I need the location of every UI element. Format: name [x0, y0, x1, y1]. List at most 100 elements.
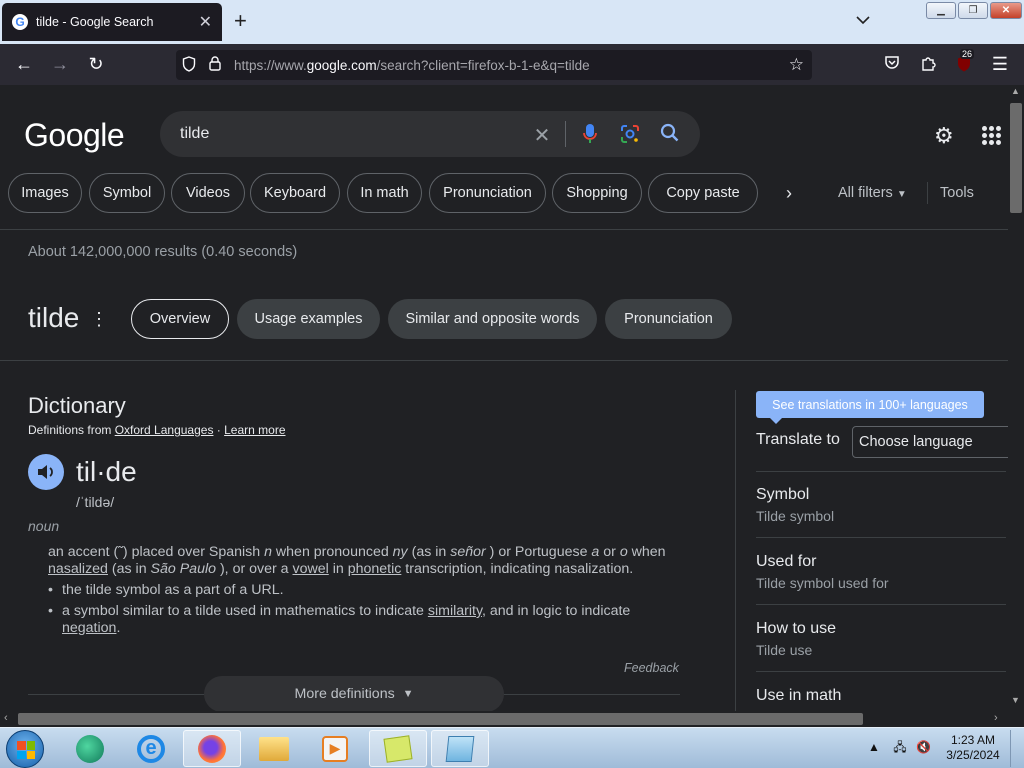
- hamburger-menu-icon[interactable]: ☰: [988, 54, 1012, 74]
- chip-shopping[interactable]: Shopping: [552, 173, 642, 213]
- taskbar-notepad[interactable]: [431, 730, 489, 767]
- horizontal-scrollbar[interactable]: ‹ ›: [0, 711, 1008, 727]
- more-options-icon[interactable]: ⋮: [90, 309, 108, 330]
- similarity-link[interactable]: similarity: [428, 603, 482, 619]
- chip-copy-paste[interactable]: Copy paste: [648, 173, 758, 213]
- vertical-scroll-thumb[interactable]: [1010, 103, 1022, 213]
- network-icon[interactable]: 🖧: [893, 740, 906, 754]
- clear-icon[interactable]: ✕: [530, 123, 554, 148]
- chip-symbol[interactable]: Symbol: [89, 173, 165, 213]
- scroll-down-icon[interactable]: ▼: [1011, 695, 1020, 705]
- oxford-languages-link[interactable]: Oxford Languages: [115, 423, 214, 437]
- search-icon[interactable]: [658, 123, 682, 148]
- side-item-how-to-use-sub[interactable]: Tilde use: [756, 642, 812, 658]
- scroll-up-icon[interactable]: ▲: [1011, 86, 1020, 96]
- phonetic-spelling: /ˈtildə/: [76, 494, 115, 510]
- internet-explorer-icon: e: [137, 734, 165, 763]
- side-item-symbol-title[interactable]: Symbol: [756, 486, 809, 504]
- list-tabs-chevron-icon[interactable]: [856, 12, 870, 30]
- reload-icon[interactable]: ↻: [84, 54, 108, 74]
- result-stats: About 142,000,000 results (0.40 seconds): [28, 244, 298, 260]
- start-button[interactable]: [6, 730, 44, 768]
- extensions-puzzle-icon[interactable]: [916, 55, 940, 75]
- bookmark-star-icon[interactable]: ☆: [789, 55, 804, 75]
- tab-bar: G tilde - Google Search ✕ + ▁ ❐ ✕: [0, 0, 1024, 44]
- feedback-link[interactable]: Feedback: [624, 661, 679, 675]
- phonetic-link[interactable]: phonetic: [348, 561, 402, 577]
- forward-arrow-icon[interactable]: →: [48, 54, 72, 74]
- side-item-symbol-sub[interactable]: Tilde symbol: [756, 508, 834, 524]
- all-filters-button[interactable]: All filters ▼: [838, 185, 907, 201]
- more-definitions-button[interactable]: More definitions ▼: [204, 676, 504, 711]
- chip-videos[interactable]: Videos: [171, 173, 245, 213]
- close-window-button[interactable]: ✕: [990, 2, 1022, 19]
- pill-usage-examples[interactable]: Usage examples: [237, 299, 380, 339]
- pill-overview[interactable]: Overview: [131, 299, 229, 339]
- language-select[interactable]: Choose language: [852, 426, 1008, 458]
- search-input[interactable]: tilde: [180, 125, 209, 143]
- taskbar-sticky-notes[interactable]: [369, 730, 427, 767]
- page-content: Google tilde ✕ ⚙ Images Symbol Videos Ke…: [0, 85, 1008, 711]
- browser-tab[interactable]: G tilde - Google Search ✕: [2, 3, 222, 41]
- side-item-use-in-math-title[interactable]: Use in math: [756, 687, 841, 705]
- tab-close-icon[interactable]: ✕: [199, 12, 212, 32]
- side-item-how-to-use-title[interactable]: How to use: [756, 620, 836, 638]
- url-text[interactable]: https://www.google.com/search?client=fir…: [234, 58, 590, 73]
- taskbar-firefox[interactable]: [183, 730, 241, 767]
- notepad-icon: [445, 735, 475, 762]
- chips-next-chevron-icon[interactable]: ›: [786, 183, 792, 204]
- google-apps-icon[interactable]: [982, 126, 1001, 145]
- side-divider-1: [756, 471, 1006, 472]
- back-arrow-icon[interactable]: ←: [12, 54, 36, 74]
- taskbar-internet-explorer[interactable]: e: [122, 730, 180, 767]
- microphone-icon[interactable]: [578, 123, 602, 150]
- pill-similar-opposite[interactable]: Similar and opposite words: [388, 299, 597, 339]
- side-item-used-for-title[interactable]: Used for: [756, 553, 816, 571]
- system-tray[interactable]: ▲ 🖧 🔇: [868, 738, 931, 759]
- scroll-left-icon[interactable]: ‹: [4, 712, 8, 724]
- minimize-button[interactable]: ▁: [926, 2, 956, 19]
- volume-muted-icon[interactable]: 🔇: [916, 740, 931, 754]
- google-logo[interactable]: Google: [24, 117, 125, 154]
- pocket-icon[interactable]: [880, 55, 904, 75]
- chip-keyboard[interactable]: Keyboard: [250, 173, 340, 213]
- chip-in-math[interactable]: In math: [347, 173, 422, 213]
- address-bar[interactable]: https://www.google.com/search?client=fir…: [176, 50, 812, 80]
- tools-button[interactable]: Tools: [940, 185, 974, 201]
- settings-gear-icon[interactable]: ⚙: [934, 123, 954, 149]
- new-tab-button[interactable]: +: [234, 10, 247, 32]
- taskbar-explorer[interactable]: [245, 730, 303, 767]
- search-term-heading: tilde: [28, 302, 80, 333]
- vertical-scrollbar[interactable]: ▲ ▼: [1008, 85, 1024, 711]
- restore-button[interactable]: ❐: [958, 2, 988, 19]
- show-hidden-icons[interactable]: ▲: [868, 740, 880, 754]
- taskbar-chat-app[interactable]: [61, 730, 119, 767]
- clock[interactable]: 1:23 AM 3/25/2024: [940, 733, 1006, 763]
- lens-camera-icon[interactable]: [618, 123, 642, 150]
- negation-link[interactable]: negation: [62, 620, 116, 636]
- firefox-icon: [198, 734, 226, 763]
- lock-icon[interactable]: [202, 56, 228, 74]
- vowel-link[interactable]: vowel: [293, 561, 329, 577]
- dictionary-title: Dictionary: [28, 393, 126, 418]
- folder-icon: [259, 736, 289, 761]
- side-panel-divider: [735, 390, 736, 711]
- tab-title: tilde - Google Search: [36, 15, 154, 29]
- scroll-right-icon[interactable]: ›: [994, 712, 998, 724]
- learn-more-link[interactable]: Learn more: [224, 423, 285, 437]
- pill-pronunciation[interactable]: Pronunciation: [605, 299, 732, 339]
- show-desktop-button[interactable]: [1010, 730, 1022, 767]
- search-box[interactable]: tilde ✕: [160, 111, 700, 157]
- part-of-speech: noun: [28, 518, 60, 534]
- side-divider-3: [756, 604, 1006, 605]
- pronounce-speaker-icon[interactable]: [28, 454, 64, 490]
- side-item-used-for-sub[interactable]: Tilde symbol used for: [756, 575, 889, 591]
- chip-pronunciation[interactable]: Pronunciation: [429, 173, 546, 213]
- nasalized-link[interactable]: nasalized: [48, 561, 108, 577]
- horizontal-scroll-thumb[interactable]: [18, 713, 863, 725]
- taskbar-media-player[interactable]: ▶: [306, 730, 364, 767]
- translations-tooltip[interactable]: See translations in 100+ languages: [756, 391, 984, 424]
- chip-images[interactable]: Images: [8, 173, 82, 213]
- tracking-shield-icon[interactable]: [176, 55, 202, 75]
- taskbar: e ▶ ▲ 🖧 🔇 1:23 AM 3/25/2024: [0, 727, 1024, 768]
